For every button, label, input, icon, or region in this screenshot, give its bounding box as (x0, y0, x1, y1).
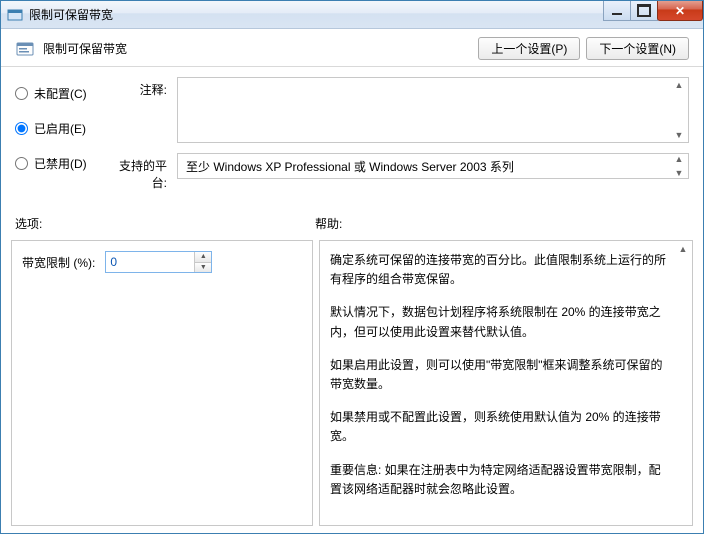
window-title: 限制可保留带宽 (29, 6, 113, 23)
radio-not-configured-input[interactable] (15, 87, 28, 100)
maximize-button[interactable] (630, 1, 658, 21)
title-bar: 限制可保留带宽 (1, 1, 703, 29)
options-panel: 带宽限制 (%): ▲ ▼ (11, 240, 313, 526)
platform-label: 支持的平台: (105, 153, 177, 191)
help-panel: ▲ 确定系统可保留的连接带宽的百分比。此值限制系统上运行的所有程序的组合带宽保留… (319, 240, 693, 526)
policy-icon (15, 39, 35, 59)
previous-setting-button[interactable]: 上一个设置(P) (478, 37, 580, 60)
help-paragraph: 重要信息: 如果在注册表中为特定网络适配器设置带宽限制，配置该网络适配器时就会忽… (330, 461, 670, 499)
radio-disabled-label: 已禁用(D) (34, 155, 87, 172)
scroll-up-icon[interactable]: ▲ (673, 80, 685, 90)
help-paragraph: 默认情况下，数据包计划程序将系统限制在 20% 的连接带宽之内，但可以使用此设置… (330, 303, 670, 341)
comment-textarea[interactable]: ▲ ▼ (177, 77, 689, 143)
close-button[interactable] (657, 1, 703, 21)
radio-not-configured[interactable]: 未配置(C) (15, 85, 105, 102)
help-section-label: 帮助: (315, 215, 689, 232)
radio-not-configured-label: 未配置(C) (34, 85, 87, 102)
help-paragraph: 确定系统可保留的连接带宽的百分比。此值限制系统上运行的所有程序的组合带宽保留。 (330, 251, 670, 289)
spinner-down-button[interactable]: ▼ (195, 263, 211, 273)
bandwidth-limit-spinner[interactable]: ▲ ▼ (105, 251, 212, 273)
scroll-up-icon[interactable]: ▲ (673, 154, 685, 164)
bandwidth-limit-input[interactable] (106, 252, 194, 272)
radio-enabled-label: 已启用(E) (34, 120, 86, 137)
scroll-up-icon[interactable]: ▲ (677, 244, 689, 254)
scroll-down-icon[interactable]: ▼ (673, 168, 685, 178)
supported-platform-box: 至少 Windows XP Professional 或 Windows Ser… (177, 153, 689, 179)
minimize-button[interactable] (603, 1, 631, 21)
header-row: 限制可保留带宽 上一个设置(P) 下一个设置(N) (1, 29, 703, 67)
options-section-label: 选项: (15, 215, 315, 232)
platform-value: 至少 Windows XP Professional 或 Windows Ser… (186, 158, 514, 175)
scroll-down-icon[interactable]: ▼ (673, 130, 685, 140)
radio-enabled-input[interactable] (15, 122, 28, 135)
help-paragraph: 如果启用此设置，则可以使用"带宽限制"框来调整系统可保留的带宽数量。 (330, 356, 670, 394)
radio-disabled-input[interactable] (15, 157, 28, 170)
radio-enabled[interactable]: 已启用(E) (15, 120, 105, 137)
help-paragraph: 如果禁用或不配置此设置，则系统使用默认值为 20% 的连接带宽。 (330, 408, 670, 446)
config-state-radios: 未配置(C) 已启用(E) 已禁用(D) (15, 77, 105, 201)
page-title: 限制可保留带宽 (43, 40, 127, 57)
radio-disabled[interactable]: 已禁用(D) (15, 155, 105, 172)
next-setting-button[interactable]: 下一个设置(N) (586, 37, 689, 60)
comment-label: 注释: (105, 77, 177, 143)
app-icon (7, 7, 23, 23)
bandwidth-limit-label: 带宽限制 (%): (22, 254, 95, 271)
spinner-up-button[interactable]: ▲ (195, 252, 211, 263)
